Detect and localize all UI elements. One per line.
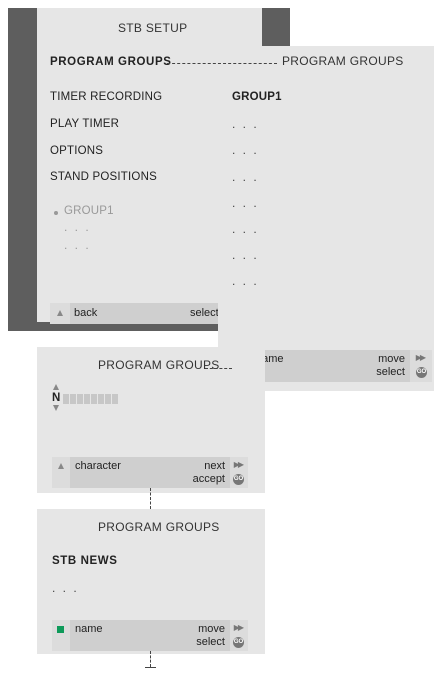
character-label[interactable]: character <box>75 460 121 472</box>
result-fast-forward-icon: ▶▶ <box>233 623 244 632</box>
char-slot-3 <box>77 394 84 404</box>
connector-end-mark <box>145 667 156 668</box>
list-move-label[interactable]: move <box>378 353 405 365</box>
result-select-label[interactable]: select <box>196 636 225 648</box>
list-dots-4: . . . <box>232 196 259 210</box>
edit-up-key-cell <box>52 457 70 488</box>
menu-stand-positions[interactable]: STAND POSITIONS <box>50 171 157 183</box>
list-dots-6: . . . <box>232 248 259 262</box>
edit-go-icon: GO <box>233 474 244 485</box>
char-slot-5 <box>91 394 98 404</box>
accept-label[interactable]: accept <box>193 473 225 485</box>
result-bottom-bar: name move select ▶▶ GO <box>52 620 248 651</box>
program-groups-edit-title: PROGRAM GROUPS <box>98 358 220 372</box>
list-select-label[interactable]: select <box>376 366 405 378</box>
stb-setup-bottom-bar: back select <box>50 303 219 324</box>
char-input[interactable]: N <box>52 392 61 404</box>
char-down-arrow-icon[interactable] <box>53 405 59 411</box>
program-groups-list-title: PROGRAM GROUPS <box>282 54 404 68</box>
group-bullet <box>54 211 58 215</box>
fast-forward-icon: ▶▶ <box>415 353 426 362</box>
char-slot-6 <box>98 394 105 404</box>
char-slot-1 <box>63 394 70 404</box>
stb-setup-title: STB SETUP <box>118 21 188 35</box>
menu-options[interactable]: OPTIONS <box>50 145 103 157</box>
go-icon: GO <box>416 367 427 378</box>
edit-up-arrow-icon <box>58 463 64 469</box>
list-group1[interactable]: GROUP1 <box>232 91 282 103</box>
preview-dots-1: . . . <box>64 220 91 234</box>
char-slot-2 <box>70 394 77 404</box>
menu-play-timer[interactable]: PLAY TIMER <box>50 118 119 130</box>
edit-bottom-bar: character next accept ▶▶ GO <box>52 457 248 488</box>
result-dots: . . . <box>52 581 79 595</box>
up-arrow-icon <box>57 310 63 316</box>
list-dots-1: . . . <box>232 117 259 131</box>
edit-fast-forward-icon: ▶▶ <box>233 460 244 469</box>
connector-edit-to-result <box>150 488 151 509</box>
connector-list-to-edit <box>205 368 232 369</box>
stb-setup-right-border <box>262 8 290 46</box>
result-stb-news[interactable]: STB NEWS <box>52 555 118 567</box>
next-label[interactable]: next <box>204 460 225 472</box>
menu-timer-recording[interactable]: TIMER RECORDING <box>50 91 162 103</box>
connector-setup-to-list <box>167 63 277 64</box>
char-slot-4 <box>84 394 91 404</box>
select-label[interactable]: select <box>190 307 219 319</box>
list-dots-7: . . . <box>232 274 259 288</box>
list-dots-2: . . . <box>232 143 259 157</box>
connector-result-down <box>150 651 151 667</box>
char-up-arrow-icon[interactable] <box>53 384 59 390</box>
result-green-key-cell <box>52 620 70 651</box>
program-groups-result-title: PROGRAM GROUPS <box>98 520 220 534</box>
preview-dots-2: . . . <box>64 238 91 252</box>
group1-preview: GROUP1 <box>64 205 114 217</box>
result-name-label[interactable]: name <box>75 623 103 635</box>
menu-program-groups[interactable]: PROGRAM GROUPS <box>50 56 172 68</box>
result-go-icon: GO <box>233 637 244 648</box>
char-slot-8 <box>112 394 119 404</box>
char-slot-7 <box>105 394 112 404</box>
back-label[interactable]: back <box>74 307 97 319</box>
list-dots-5: . . . <box>232 222 259 236</box>
list-dots-3: . . . <box>232 170 259 184</box>
result-green-key-icon <box>57 626 64 633</box>
result-move-label[interactable]: move <box>198 623 225 635</box>
stb-setup-left-border <box>8 8 37 331</box>
